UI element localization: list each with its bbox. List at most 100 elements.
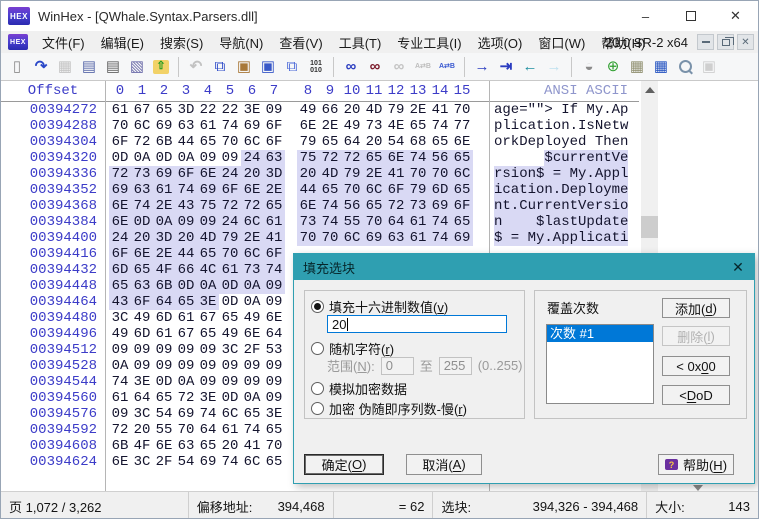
copy-icon[interactable]: ⧉ — [208, 56, 232, 78]
hex-byte[interactable]: 55 — [153, 422, 175, 438]
dialog-title-bar[interactable]: 填充选块 — [294, 254, 754, 280]
hex-byte[interactable]: 61 — [109, 102, 131, 118]
screenshot-icon[interactable]: ▣ — [697, 56, 721, 78]
hex-byte[interactable]: 74 — [263, 262, 285, 278]
hex-byte[interactable]: 74 — [319, 198, 341, 214]
hex-byte[interactable]: 79 — [385, 102, 407, 118]
hex-byte[interactable]: 6F — [263, 246, 285, 262]
hex-byte[interactable]: 6E — [241, 182, 263, 198]
hex-byte[interactable]: 0D — [219, 278, 241, 294]
hex-byte[interactable]: 63 — [131, 278, 153, 294]
hex-byte[interactable]: 6C — [131, 118, 153, 134]
hex-byte[interactable]: 73 — [407, 198, 429, 214]
hex-byte[interactable]: 3D — [263, 166, 285, 182]
ascii-text[interactable]: plication.IsNetw — [494, 118, 628, 134]
menu-item-1[interactable]: 文件(F) — [34, 31, 93, 54]
hex-byte[interactable]: 69 — [153, 166, 175, 182]
hex-byte[interactable]: 20 — [175, 230, 197, 246]
hex-byte[interactable]: 09 — [219, 150, 241, 166]
hex-byte[interactable]: 44 — [175, 246, 197, 262]
hex-byte[interactable]: 61 — [263, 214, 285, 230]
hex-byte[interactable]: 6B — [153, 278, 175, 294]
hex-byte[interactable]: 0D — [175, 278, 197, 294]
hex-byte[interactable]: 6E — [109, 214, 131, 230]
hex-byte[interactable]: 0D — [153, 150, 175, 166]
hex-byte[interactable]: 72 — [131, 134, 153, 150]
hex-byte[interactable]: 72 — [219, 198, 241, 214]
goto-offset-icon[interactable]: → — [470, 56, 494, 78]
hex-byte[interactable]: 6E — [153, 438, 175, 454]
hex-byte[interactable]: 0D — [109, 150, 131, 166]
hex-byte[interactable]: 64 — [385, 214, 407, 230]
ok-button[interactable]: 确定(O) — [304, 454, 384, 475]
hex-byte[interactable]: 65 — [451, 150, 473, 166]
hex-byte[interactable]: 6D — [109, 262, 131, 278]
hex-byte[interactable]: 3C — [131, 454, 153, 470]
hex-byte[interactable]: 79 — [219, 230, 241, 246]
hex-byte[interactable]: 73 — [241, 262, 263, 278]
hex-byte[interactable]: 69 — [429, 198, 451, 214]
hex-byte[interactable]: 24 — [219, 214, 241, 230]
hex-byte[interactable]: 09 — [219, 358, 241, 374]
hex-byte[interactable]: 09 — [197, 374, 219, 390]
hex-byte[interactable]: 2E — [153, 198, 175, 214]
help-button[interactable]: ? 帮助(H) — [658, 454, 734, 475]
hex-byte[interactable]: 09 — [263, 102, 285, 118]
mdi-close-button[interactable]: ✕ — [737, 34, 754, 50]
hex-byte[interactable]: 3D — [175, 102, 197, 118]
hex-byte[interactable]: 4D — [363, 102, 385, 118]
search-again-icon[interactable]: ∞ — [363, 56, 387, 78]
hex-byte[interactable]: 70 — [175, 422, 197, 438]
hex-byte[interactable]: 65 — [363, 198, 385, 214]
hex-byte[interactable]: 4C — [197, 262, 219, 278]
mdi-document-icon[interactable]: HEX — [8, 34, 28, 50]
hex-byte[interactable]: 2F — [153, 454, 175, 470]
hex-byte[interactable]: 41 — [385, 166, 407, 182]
hex-byte[interactable]: 09 — [131, 358, 153, 374]
hex-byte[interactable]: 69 — [175, 406, 197, 422]
magnifier-icon[interactable] — [673, 56, 697, 78]
close-button[interactable]: ✕ — [713, 1, 758, 31]
ascii-text[interactable]: nt.CurrentVersio — [494, 198, 629, 214]
hex-byte[interactable]: 09 — [175, 358, 197, 374]
hex-byte[interactable]: 2E — [241, 230, 263, 246]
preset-0x00-button[interactable]: < 0x 0 0 — [662, 356, 730, 376]
hex-byte[interactable]: 3E — [241, 102, 263, 118]
hex-byte[interactable]: 61 — [109, 390, 131, 406]
clone-disk-icon[interactable]: ⊕ — [601, 56, 625, 78]
hex-byte[interactable]: 63 — [385, 230, 407, 246]
hex-byte[interactable]: 2E — [407, 102, 429, 118]
hex-byte[interactable]: 64 — [153, 294, 175, 310]
hex-byte[interactable]: 6C — [241, 134, 263, 150]
hex-byte[interactable]: 6C — [241, 246, 263, 262]
hex-byte[interactable]: 6E — [385, 150, 407, 166]
hex-byte[interactable]: 74 — [197, 406, 219, 422]
hex-byte[interactable]: 49 — [297, 102, 319, 118]
hex-byte[interactable]: 0A — [131, 150, 153, 166]
hex-byte[interactable]: 61 — [153, 182, 175, 198]
dialog-close-icon[interactable]: ✕ — [728, 257, 748, 277]
hex-byte[interactable]: 74 — [219, 118, 241, 134]
hex-byte[interactable]: 65 — [219, 310, 241, 326]
hex-byte[interactable]: 79 — [407, 182, 429, 198]
hex-byte[interactable]: 20 — [363, 134, 385, 150]
hex-byte[interactable]: 54 — [385, 134, 407, 150]
hex-byte[interactable]: 72 — [175, 390, 197, 406]
hex-byte[interactable]: 0A — [241, 294, 263, 310]
hex-byte[interactable]: 65 — [197, 134, 219, 150]
hex-byte[interactable]: 65 — [153, 102, 175, 118]
hex-byte[interactable]: 6F — [109, 246, 131, 262]
hex-byte[interactable]: 3C — [109, 310, 131, 326]
hex-byte[interactable]: 6F — [131, 294, 153, 310]
hex-byte[interactable]: 65 — [451, 182, 473, 198]
hex-byte[interactable]: 74 — [131, 198, 153, 214]
hex-byte[interactable]: 09 — [241, 358, 263, 374]
hex-byte[interactable]: 65 — [319, 134, 341, 150]
hex-byte[interactable]: 09 — [219, 374, 241, 390]
hex-byte[interactable]: 20 — [297, 166, 319, 182]
hex-byte[interactable]: 74 — [109, 374, 131, 390]
hex-byte[interactable]: 70 — [407, 166, 429, 182]
hex-byte[interactable]: 2E — [363, 166, 385, 182]
hex-byte[interactable]: 09 — [197, 342, 219, 358]
hex-byte[interactable]: 6E — [241, 326, 263, 342]
